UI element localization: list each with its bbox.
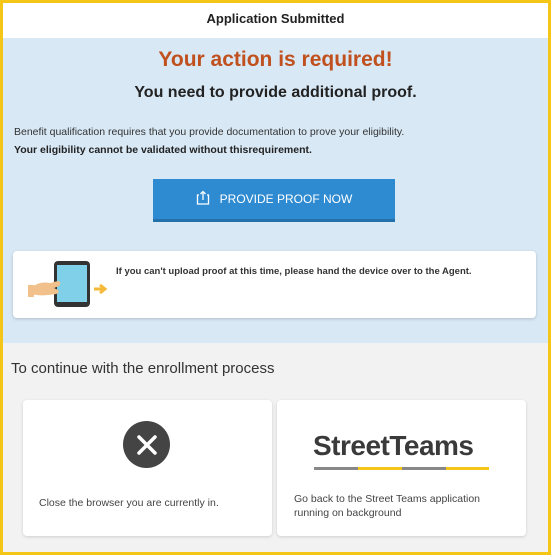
street-teams-text: Go back to the Street Teams application … <box>294 493 480 519</box>
upload-icon <box>196 190 210 208</box>
close-browser-text: Close the browser you are currently in. <box>39 497 219 509</box>
app-frame: Application Submitted Your action is req… <box>0 0 551 555</box>
alert-description-bold: Your eligibility cannot be validated wit… <box>14 144 312 156</box>
street-teams-card[interactable]: StreetTeams Go back to the Street Teams … <box>277 400 526 536</box>
logo-underline <box>314 467 489 470</box>
close-icon[interactable] <box>123 421 170 468</box>
close-browser-card: Close the browser you are currently in. <box>23 400 272 536</box>
agent-notice-text: If you can't upload proof at this time, … <box>116 266 472 277</box>
alert-description: Benefit qualification requires that you … <box>14 126 405 138</box>
continue-section-title: To continue with the enrollment process <box>11 360 275 377</box>
hand-over-tablet-icon <box>28 259 112 314</box>
provide-proof-label: PROVIDE PROOF NOW <box>219 192 353 206</box>
alert-headline: Your action is required! <box>158 48 393 71</box>
page-title: Application Submitted <box>3 3 548 38</box>
street-teams-logo: StreetTeams <box>313 430 474 461</box>
agent-notice-card: If you can't upload proof at this time, … <box>13 251 536 318</box>
action-required-panel: Your action is required! You need to pro… <box>3 38 548 343</box>
provide-proof-button[interactable]: PROVIDE PROOF NOW <box>153 179 395 222</box>
alert-subheadline: You need to provide additional proof. <box>134 84 417 101</box>
